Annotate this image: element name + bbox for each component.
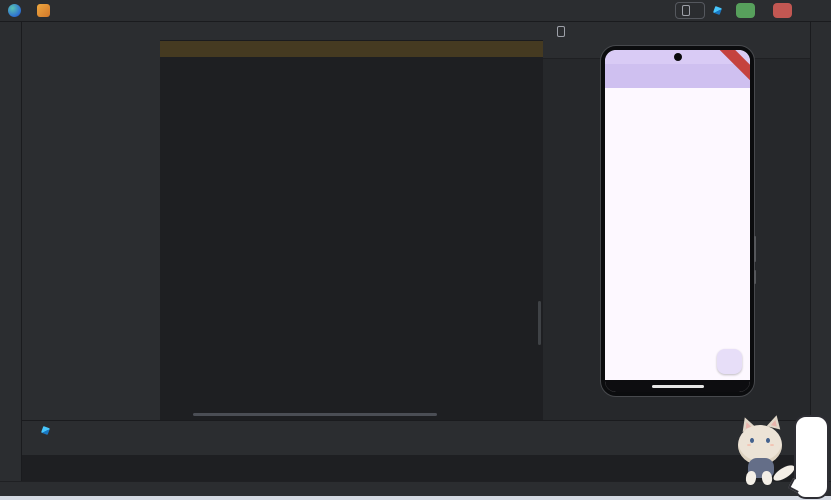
flutter-icon [713,6,722,15]
project-view-selector[interactable] [22,22,160,40]
vertical-scrollbar[interactable] [538,301,541,345]
power-button [754,270,756,284]
run-button[interactable] [736,3,755,18]
bottom-strip [0,496,831,500]
stop-button[interactable] [773,3,792,18]
emulator-device[interactable] [600,45,755,397]
run-config-selector[interactable] [714,7,727,14]
project-panel [22,22,161,420]
code-area[interactable] [160,57,543,420]
increment-fab-button[interactable] [717,349,742,374]
android-studio-logo-icon [8,4,21,17]
editor-warning-banner [160,41,543,57]
desktop-pet[interactable] [728,410,831,500]
status-bar [0,481,831,496]
gesture-nav-bar [605,380,750,392]
app-bar [605,64,750,88]
device-screen[interactable] [605,50,750,392]
editor-area [160,22,543,420]
horizontal-scrollbar[interactable] [193,413,437,416]
left-tool-stripe [0,22,22,481]
flutter-icon [41,426,50,435]
project-badge-icon [37,4,50,17]
phone-icon [682,5,690,16]
device-selector[interactable] [675,2,705,19]
pet-menu-bubble [794,415,829,499]
cat-blush-icon [770,444,774,446]
camera-punch-hole [674,53,682,61]
run-panel [22,420,810,481]
cat-eye-icon [766,438,770,443]
console-output[interactable] [22,455,810,482]
run-tab[interactable] [42,427,57,434]
phone-icon [557,26,565,37]
running-devices-panel [543,22,810,420]
cat-blush-icon [747,444,751,446]
editor-tabs [160,22,543,41]
zoom-tool-icon[interactable] [790,42,804,56]
cat-eye-icon [750,438,754,443]
volume-button [754,236,756,262]
android-studio-window [0,0,831,500]
cat-foot-icon [745,470,757,485]
running-devices-header [543,22,810,40]
device-tab[interactable] [557,26,573,37]
title-bar [0,0,831,22]
nav-pill[interactable] [652,385,704,388]
